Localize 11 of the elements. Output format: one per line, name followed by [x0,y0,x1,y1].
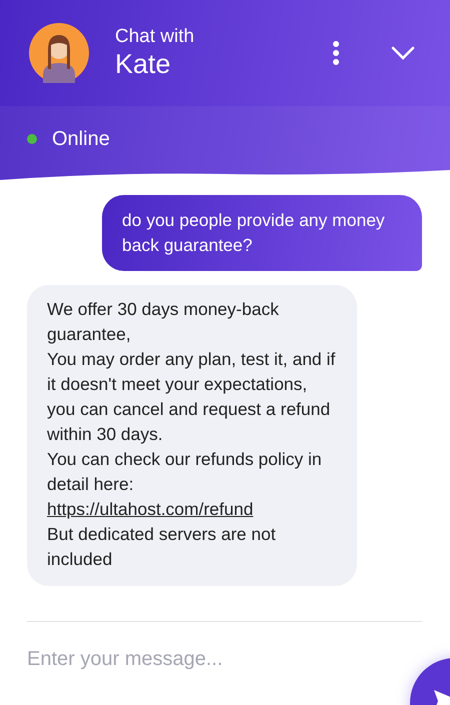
message-text: But dedicated servers are not included [47,523,277,571]
message-text: You can check our refunds policy in detail here: [47,448,323,496]
chat-subtitle: Chat with [115,26,196,48]
message-text: do you people provide any money back guarantee? [122,209,386,257]
message-text: We offer 30 days money-back guarantee, [47,298,280,346]
status-label: Online [52,128,110,150]
refund-link[interactable]: https://ultahost.com/refund [47,497,337,522]
message-input-field[interactable]: Enter your message... [27,644,367,675]
avatar-icon [29,23,89,83]
agent-name: Kate [115,48,172,80]
message-text: You may order any plan, test it, and if it doesn't meet your expectations, you can cancel and request a refund within 30 days. [47,348,336,446]
